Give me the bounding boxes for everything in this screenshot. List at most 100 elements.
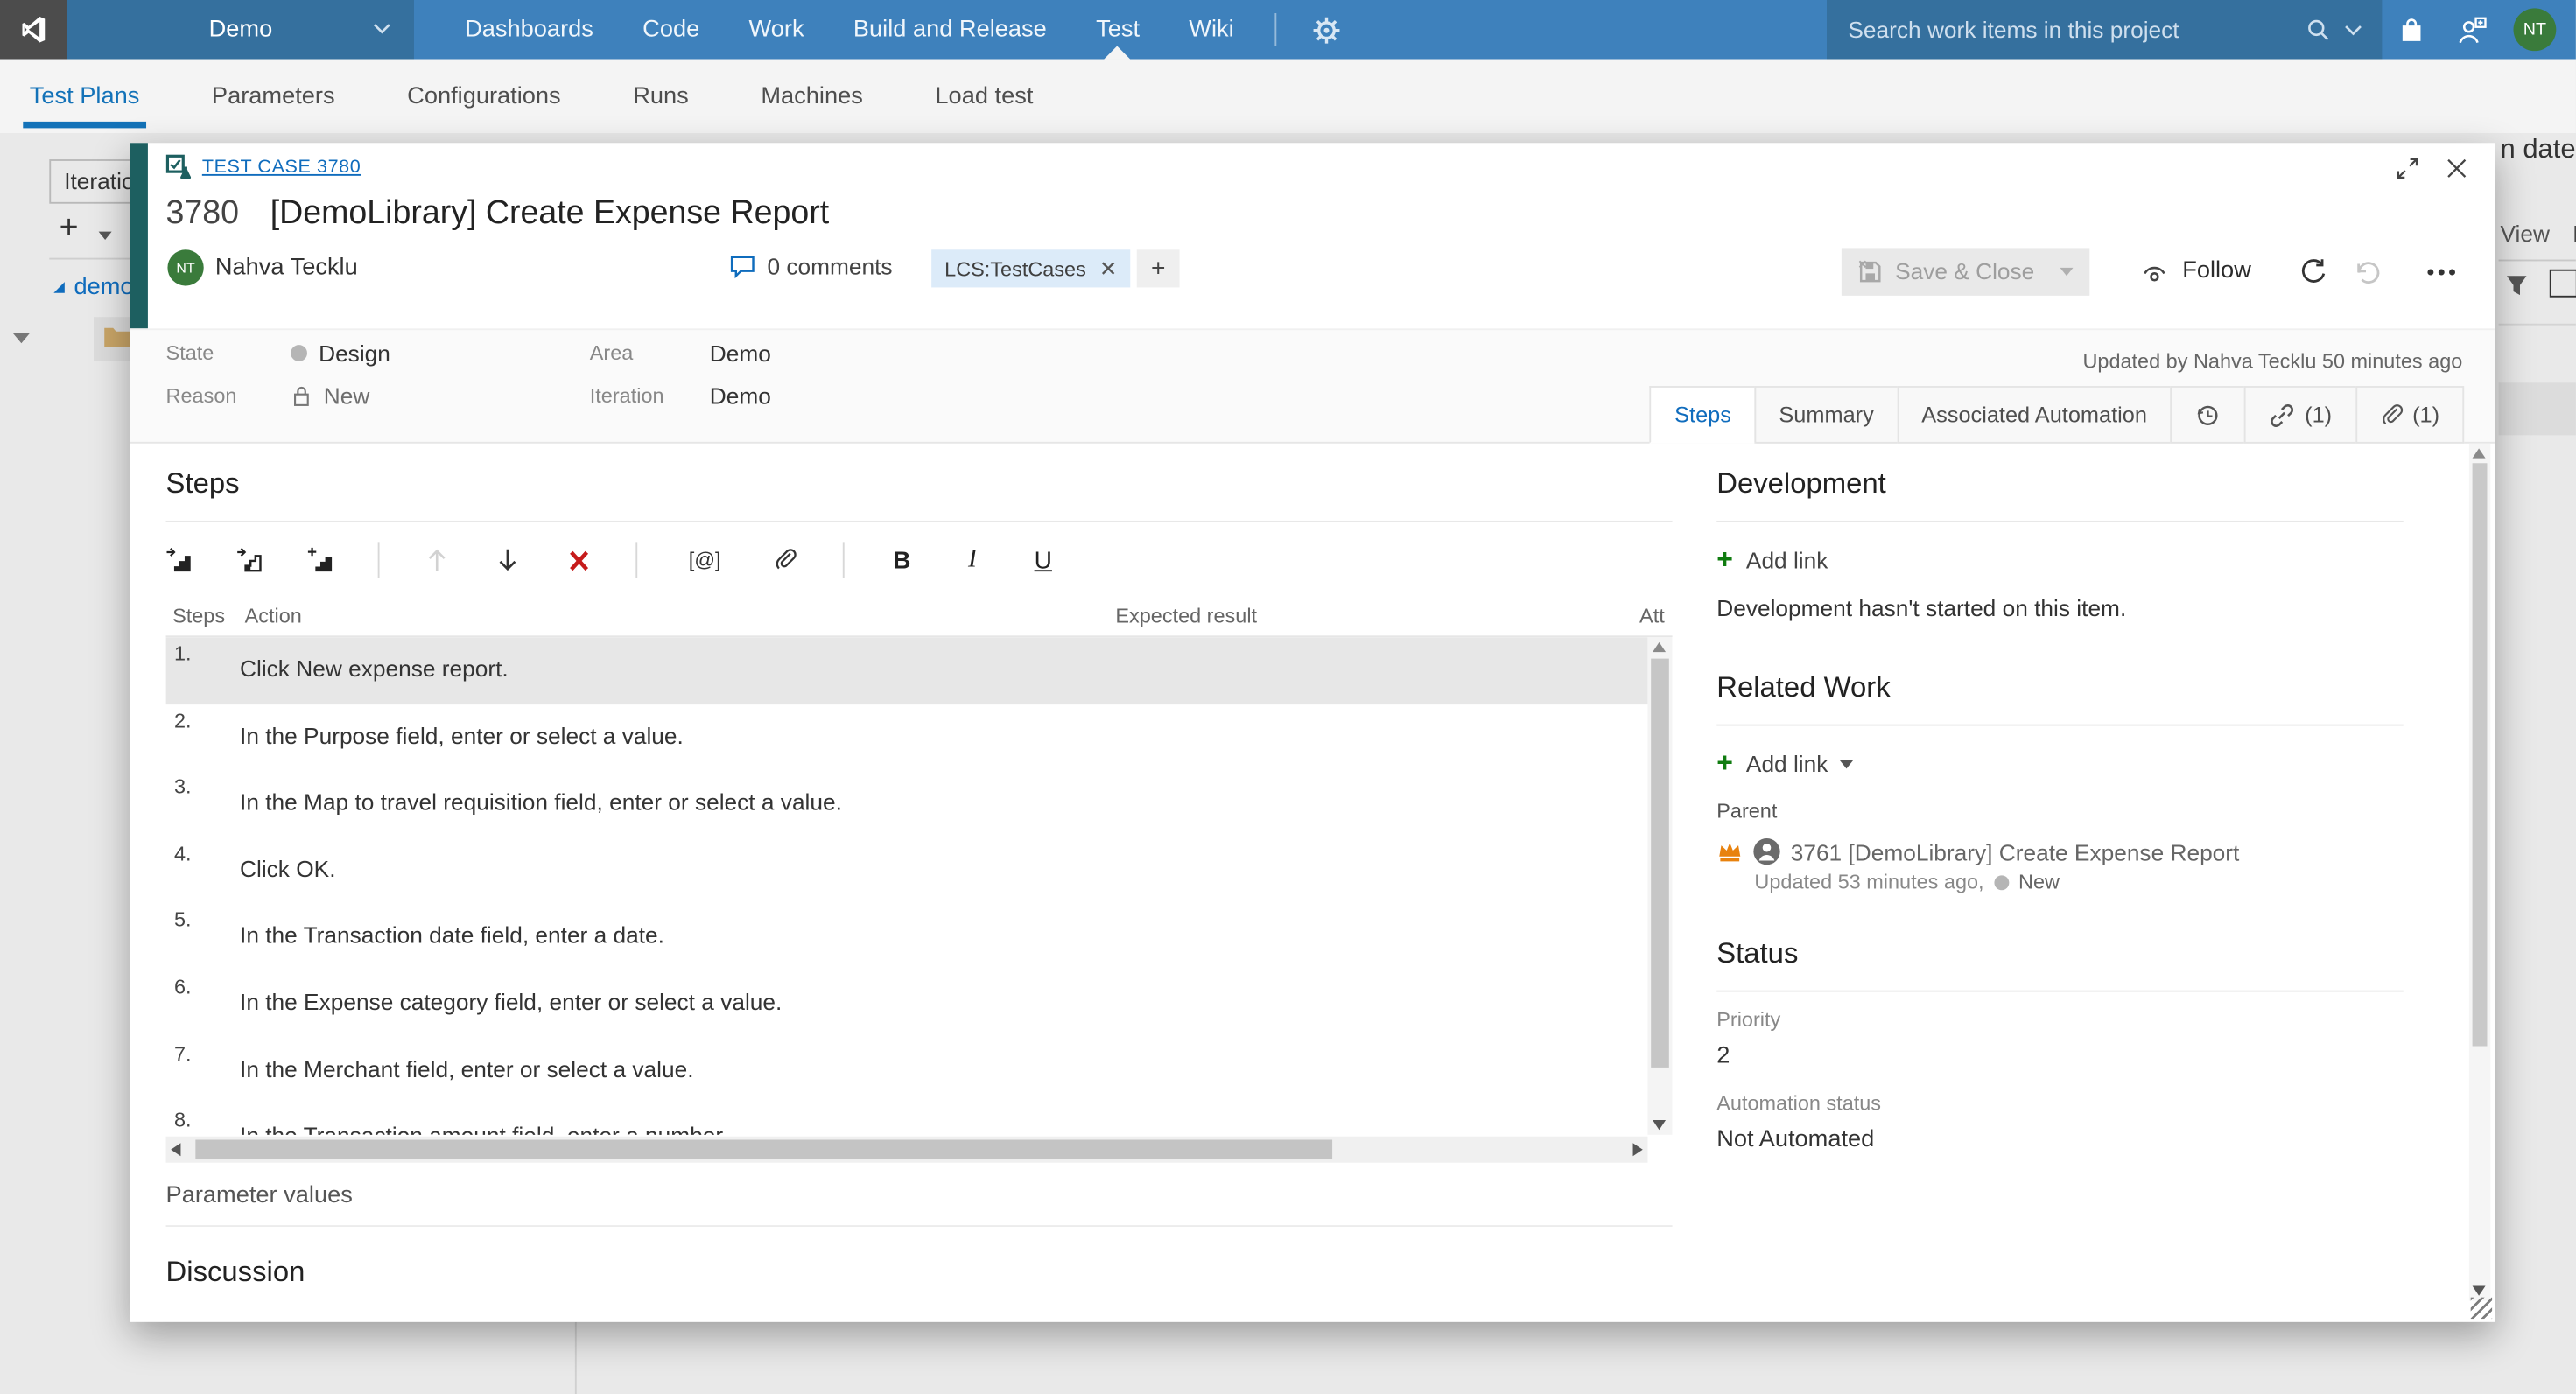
scroll-up-icon[interactable] bbox=[1653, 642, 1666, 652]
tab-parameters[interactable]: Parameters bbox=[212, 60, 335, 133]
new-dropdown-caret-icon[interactable] bbox=[99, 232, 112, 247]
scroll-left-icon[interactable] bbox=[171, 1143, 180, 1156]
tree-node-demo[interactable]: demo bbox=[51, 274, 133, 300]
iteration-field[interactable]: Demo bbox=[710, 382, 1038, 409]
marketplace-button[interactable] bbox=[2382, 0, 2441, 60]
project-selector[interactable]: Demo bbox=[67, 0, 414, 60]
tab-summary[interactable]: Summary bbox=[1754, 386, 1899, 444]
italic-button[interactable]: I bbox=[959, 547, 986, 573]
steps-vertical-scrollbar[interactable] bbox=[1647, 637, 1672, 1135]
related-add-link-button[interactable]: + Add link bbox=[1716, 747, 2404, 781]
step-action-cell[interactable]: In the Map to travel requisition field, … bbox=[240, 771, 842, 837]
tab-runs[interactable]: Runs bbox=[633, 60, 689, 133]
delete-step-button[interactable] bbox=[565, 547, 592, 573]
search-input[interactable] bbox=[1848, 17, 2294, 43]
tab-test-plans[interactable]: Test Plans bbox=[30, 60, 140, 133]
scrollbar-thumb[interactable] bbox=[1651, 659, 1669, 1068]
step-row[interactable]: 5. In the Transaction date field, enter … bbox=[166, 904, 1648, 970]
step-row[interactable]: 6. In the Expense category field, enter … bbox=[166, 970, 1648, 1037]
step-row[interactable]: 3. In the Map to travel requisition fiel… bbox=[166, 771, 1648, 837]
insert-step-button[interactable] bbox=[166, 547, 193, 573]
step-action-cell[interactable]: In the Transaction amount field, enter a… bbox=[240, 1104, 728, 1135]
vsts-logo[interactable] bbox=[0, 0, 67, 60]
new-test-plan-button[interactable]: + bbox=[60, 210, 79, 248]
filter-icon[interactable] bbox=[2505, 274, 2528, 305]
scroll-down-icon[interactable] bbox=[2473, 1286, 2486, 1296]
view-value[interactable]: List bbox=[2572, 220, 2576, 246]
dialog-resize-grip[interactable] bbox=[2471, 1298, 2492, 1319]
invite-user-button[interactable] bbox=[2441, 0, 2503, 60]
insert-shared-steps-button[interactable] bbox=[236, 547, 263, 573]
add-attachment-button[interactable] bbox=[772, 547, 798, 573]
view-selector[interactable]: ViewList bbox=[2500, 220, 2576, 246]
priority-value[interactable]: 2 bbox=[1716, 1043, 2404, 1069]
tab-associated-automation[interactable]: Associated Automation bbox=[1897, 386, 2172, 444]
scroll-down-icon[interactable] bbox=[1653, 1120, 1666, 1130]
tab-configurations[interactable]: Configurations bbox=[407, 60, 560, 133]
nav-item-wiki[interactable]: Wiki bbox=[1164, 0, 1259, 60]
step-number: 7. bbox=[166, 1037, 240, 1103]
user-avatar[interactable]: NT bbox=[2514, 8, 2557, 51]
scrollbar-thumb[interactable] bbox=[195, 1139, 1332, 1159]
column-options-icon[interactable] bbox=[2550, 270, 2576, 298]
development-add-link-button[interactable]: + Add link bbox=[1716, 543, 2404, 577]
undo-button[interactable] bbox=[2355, 257, 2383, 285]
step-row[interactable]: 7. In the Merchant field, enter or selec… bbox=[166, 1037, 1648, 1103]
tag-chip[interactable]: LCS:TestCases ✕ bbox=[931, 249, 1130, 287]
remove-tag-icon[interactable]: ✕ bbox=[1099, 256, 1117, 282]
area-field[interactable]: Demo bbox=[710, 340, 1038, 366]
nav-item-build-and-release[interactable]: Build and Release bbox=[829, 0, 1071, 60]
settings-gear-button[interactable] bbox=[1293, 0, 1360, 60]
parent-work-item-row[interactable]: 3761 [DemoLibrary] Create Expense Report bbox=[1716, 837, 2404, 865]
state-field[interactable]: Design bbox=[291, 340, 590, 366]
step-row[interactable]: 1. Click New expense report. bbox=[166, 637, 1648, 704]
nav-item-code[interactable]: Code bbox=[618, 0, 724, 60]
parent-work-item-link[interactable]: 3761 [DemoLibrary] Create Expense Report bbox=[1791, 838, 2240, 865]
search-box[interactable] bbox=[1827, 0, 2382, 60]
tab-attachments[interactable]: (1) bbox=[2355, 386, 2464, 444]
scroll-right-icon[interactable] bbox=[1633, 1143, 1643, 1156]
scroll-up-icon[interactable] bbox=[2473, 448, 2486, 458]
tab-machines[interactable]: Machines bbox=[761, 60, 862, 133]
step-action-cell[interactable]: In the Transaction date field, enter a d… bbox=[240, 904, 664, 970]
assigned-to-field[interactable]: NT Nahva Tecklu bbox=[167, 249, 357, 285]
tab-steps[interactable]: Steps bbox=[1650, 386, 1756, 444]
steps-horizontal-scrollbar[interactable] bbox=[166, 1137, 1648, 1163]
underline-button[interactable]: U bbox=[1030, 547, 1056, 573]
refresh-button[interactable] bbox=[2300, 257, 2328, 285]
close-dialog-button[interactable] bbox=[2445, 156, 2469, 189]
work-item-type-link[interactable]: TEST CASE 3780 bbox=[202, 158, 361, 178]
tab-history[interactable] bbox=[2170, 386, 2245, 444]
collapse-pane-icon[interactable] bbox=[13, 333, 30, 352]
move-step-up-button[interactable] bbox=[424, 547, 450, 573]
step-action-cell[interactable]: In the Purpose field, enter or select a … bbox=[240, 704, 684, 770]
nav-item-test[interactable]: Test bbox=[1071, 0, 1164, 60]
save-and-close-button[interactable]: Save & Close bbox=[1841, 247, 2090, 294]
nav-item-dashboards[interactable]: Dashboards bbox=[440, 0, 618, 60]
step-row[interactable]: 8. In the Transaction amount field, ente… bbox=[166, 1104, 1648, 1135]
scrollbar-thumb[interactable] bbox=[2473, 463, 2488, 1046]
step-action-cell[interactable]: Click OK. bbox=[240, 837, 335, 904]
add-step-button[interactable] bbox=[307, 547, 333, 573]
search-scope-dropdown[interactable] bbox=[2341, 0, 2365, 60]
save-options-caret-icon[interactable] bbox=[2060, 267, 2074, 282]
add-tag-button[interactable]: + bbox=[1137, 249, 1180, 287]
bold-button[interactable]: B bbox=[888, 547, 915, 573]
step-row[interactable]: 4. Click OK. bbox=[166, 837, 1648, 904]
search-button[interactable] bbox=[2295, 0, 2341, 60]
more-actions-button[interactable]: ••• bbox=[2427, 259, 2460, 284]
tab-load-test[interactable]: Load test bbox=[935, 60, 1033, 133]
step-row[interactable]: 2. In the Purpose field, enter or select… bbox=[166, 704, 1648, 770]
step-action-cell[interactable]: Click New expense report. bbox=[240, 637, 509, 704]
step-action-cell[interactable]: In the Merchant field, enter or select a… bbox=[240, 1037, 693, 1103]
tab-links[interactable]: (1) bbox=[2244, 386, 2357, 444]
comments-button[interactable]: 0 comments bbox=[729, 253, 892, 279]
dialog-scrollbar[interactable] bbox=[2469, 444, 2490, 1301]
follow-button[interactable]: Follow bbox=[2141, 258, 2251, 284]
nav-item-work[interactable]: Work bbox=[724, 0, 828, 60]
insert-parameter-button[interactable]: [@] bbox=[682, 547, 728, 573]
maximize-dialog-button[interactable] bbox=[2395, 156, 2419, 189]
work-item-title[interactable]: 3780[DemoLibrary] Create Expense Report bbox=[166, 195, 830, 233]
move-step-down-button[interactable] bbox=[495, 547, 521, 573]
step-action-cell[interactable]: In the Expense category field, enter or … bbox=[240, 970, 782, 1037]
